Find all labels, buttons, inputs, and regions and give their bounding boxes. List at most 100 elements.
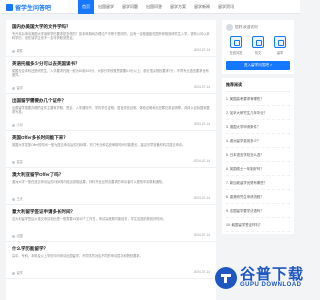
article-excerpt: 出国留学需要办理的证件主要有护照、签证、入学通知书、学历学位证明、语言成绩证明、… — [12, 105, 210, 114]
shortcut-label: 在线问答 — [229, 50, 243, 55]
article-item[interactable]: 国内办美国大学的文件学吗？ 专升本后申请美国大学读研学历要求是怎样的？如本科期间办… — [6, 20, 216, 57]
shortcut-label: 留学 — [276, 50, 284, 55]
hot-icon — [252, 36, 264, 48]
recommended-item[interactable]: 5. 日本语言学校怎么选？ — [226, 148, 290, 162]
site-name: 留学生问答吧 — [15, 6, 52, 12]
user-info: 您好,欢迎访问 — [226, 24, 290, 31]
recommended-item[interactable]: 1. 美国高考要求有哪些？ — [226, 92, 290, 106]
nav-item[interactable]: 留学新闻 — [190, 0, 214, 14]
recommended-item[interactable]: 10. 韩国留学签证材料？ — [226, 218, 290, 232]
article-item[interactable]: 什么学历能留学？ 高中、专科、本科及以上学历均可申请出国留学，不同学历对应不同的申… — [6, 242, 216, 279]
article-date: 2024-07-14 — [193, 159, 210, 163]
article-author: 卓胜 — [16, 49, 23, 53]
article-author: 留学 — [16, 86, 23, 90]
author-avatar-icon — [12, 160, 15, 164]
nav-item[interactable]: 首页 — [78, 0, 94, 14]
top-navbar: 留学生问答吧 首页 出国留学 留学问题 出国问答 留学方案 留学新闻 留学资讯 — [0, 0, 300, 14]
article-list: 国内办美国大学的文件学吗？ 专升本后申请美国大学读研学历要求是怎样的？如本科期间办… — [6, 20, 216, 300]
article-item[interactable]: 意大利留学签证申请多长时间？ 意大利留学签证从递交申请到出签一般需要15到30个工… — [6, 205, 216, 242]
article-title[interactable]: 澳大利亚留学Offer了吗？ — [12, 172, 210, 178]
article-meta: 小月 2024-07-14 — [12, 122, 210, 127]
recommended-item[interactable]: 7. 新加坡留学优势有哪些？ — [226, 176, 290, 190]
recommended-list: 推荐阅读 1. 美国高考要求有哪些？ 2. 加拿大研究生几年毕业？ 3. 德国大学申… — [222, 77, 294, 234]
author-avatar-icon — [12, 86, 15, 90]
article-author-wrap: 留学 — [12, 85, 23, 90]
article-item[interactable]: 英语托福多少分可以去英国读书？ 英国无论本科还是研究生，入学要求托福一般为80到1… — [6, 57, 216, 94]
recommended-item[interactable]: 4. 澳洲留学费用多少？ — [226, 134, 290, 148]
article-meta: 留学 2024-07-14 — [12, 270, 210, 275]
article-author-wrap: 星星 — [12, 159, 23, 164]
watermark: 谷普下载 GUPU DOWNLOAD — [214, 262, 303, 296]
article-author: 星星 — [16, 160, 23, 164]
watermark-logo-icon — [215, 267, 237, 289]
article-author: 王天 — [16, 197, 23, 201]
article-title[interactable]: 什么学历能留学？ — [12, 246, 210, 252]
article-title[interactable]: 出国留学需要办几个证件？ — [12, 98, 210, 104]
article-title[interactable]: 英国Offer多长时间能下来？ — [12, 135, 210, 141]
article-title[interactable]: 国内办美国大学的文件学吗？ — [12, 24, 210, 30]
avatar-icon[interactable] — [226, 24, 233, 31]
welcome-text: 您好,欢迎访问 — [235, 25, 258, 29]
nav-item[interactable]: 留学资讯 — [214, 0, 238, 14]
article-author-wrap: 小月 — [12, 122, 23, 127]
article-excerpt: 意大利留学签证从递交申请到出签一般需要15到30个工作日，申请高峰期可能延长，学… — [12, 216, 166, 221]
article-title[interactable]: 英语托福多少分可以去英国读书？ — [12, 61, 210, 67]
article-author-wrap: 留学 — [12, 270, 23, 275]
sidebar-shortcut[interactable]: 在线问答 — [226, 36, 246, 55]
article-author-wrap: 王天 — [12, 196, 23, 201]
recommended-item[interactable]: 2. 加拿大研究生几年毕业？ — [226, 106, 290, 120]
article-date: 2024-07-14 — [193, 196, 210, 200]
nav-item[interactable]: 出国留学 — [94, 0, 118, 14]
article-excerpt: 澳洲大学一般在递交申请后的2到6周内给出录取结果，材料齐全且符合要求的申请者可以… — [12, 179, 166, 184]
author-avatar-icon — [12, 271, 15, 275]
article-title[interactable]: 意大利留学签证申请多长时间？ — [12, 209, 210, 215]
main-nav: 首页 出国留学 留学问题 出国问答 留学方案 留学新闻 留学资讯 — [78, 0, 238, 14]
recommended-item[interactable]: 8. 香港研究生申请流程？ — [226, 190, 290, 204]
article-author: 留学 — [16, 271, 23, 275]
article-item[interactable]: 英国Offer多长时间能下来？ 英国大学发放Offer的时间一般为提交申请后的2到… — [6, 131, 216, 168]
recommended-item[interactable]: 3. 德国大学申请条件？ — [226, 120, 290, 134]
qa-icon — [230, 36, 242, 48]
logo-icon — [6, 4, 13, 11]
article-meta: 星星 2024-07-14 — [12, 159, 210, 164]
watermark-subtext: GUPU DOWNLOAD — [240, 282, 302, 288]
article-author-wrap: 卓胜 — [12, 48, 23, 53]
nav-item[interactable]: 留学方案 — [166, 0, 190, 14]
author-avatar-icon — [12, 49, 15, 53]
article-author: 出国 — [16, 234, 23, 238]
recommended-title: 推荐阅读 — [226, 82, 290, 92]
author-avatar-icon — [12, 234, 15, 238]
author-avatar-icon — [12, 123, 15, 127]
article-excerpt: 英国大学发放Offer的时间一般为提交申请后的2到8周，热门专业和名校审核时间可… — [12, 142, 186, 147]
article-item[interactable]: 澳大利亚留学Offer了吗？ 澳洲大学一般在递交申请后的2到6周内给出录取结果，材… — [6, 168, 216, 205]
article-excerpt: 英国无论本科还是研究生，入学要求托福一般为80到100分，大部分学校雅思需要6.… — [12, 68, 209, 77]
article-date: 2024-07-14 — [193, 270, 210, 274]
article-author: 小月 — [16, 123, 23, 127]
article-meta: 出国 2024-07-14 — [12, 233, 210, 238]
recommended-item[interactable]: 6. 英国硕士一年制好吗？ — [226, 162, 290, 176]
article-item[interactable]: 出国留学需要办几个证件？ 出国留学需要办理的证件主要有护照、签证、入学通知书、学历… — [6, 94, 216, 131]
article-date: 2024-07-14 — [193, 85, 210, 89]
nav-item[interactable]: 出国问答 — [142, 0, 166, 14]
article-excerpt: 高中、专科、本科及以上学历均可申请出国留学，不同学历对应不同的申请层次和院校要求… — [12, 253, 143, 258]
sidebar-shortcuts: 在线问答 热文 留学 — [226, 36, 290, 55]
article-date: 2024-07-14 — [193, 233, 210, 237]
sidebar-shortcut[interactable]: 留学 — [270, 36, 290, 55]
article-author-wrap: 出国 — [12, 233, 23, 238]
article-date: 2024-07-14 — [193, 122, 210, 126]
nav-item[interactable]: 留学问题 — [118, 0, 142, 14]
sidebar: 您好,欢迎访问 在线问答 热文 留学 进入留学问答吧 > 推荐阅读 1. 美国高考要… — [222, 20, 294, 234]
sidebar-user-card: 您好,欢迎访问 在线问答 热文 留学 进入留学问答吧 > — [222, 20, 294, 74]
sidebar-shortcut[interactable]: 热文 — [248, 36, 268, 55]
watermark-text: 谷普下载 — [240, 266, 305, 283]
recommended-item[interactable]: 9. 法国留学要学法语吗？ — [226, 204, 290, 218]
study-icon — [274, 36, 286, 48]
article-excerpt: 专升本后申请美国大学读研学历要求是怎样的？如本科期间办理过户不等于更好的，且有一… — [12, 31, 210, 40]
shortcut-label: 热文 — [254, 50, 262, 55]
article-meta: 卓胜 2024-07-14 — [12, 48, 210, 53]
article-meta: 留学 2024-07-14 — [12, 85, 210, 90]
site-logo[interactable]: 留学生问答吧 — [6, 3, 51, 12]
article-date: 2024-07-14 — [193, 48, 210, 52]
author-avatar-icon — [12, 197, 15, 201]
enter-qa-button[interactable]: 进入留学问答吧 > — [226, 60, 290, 70]
